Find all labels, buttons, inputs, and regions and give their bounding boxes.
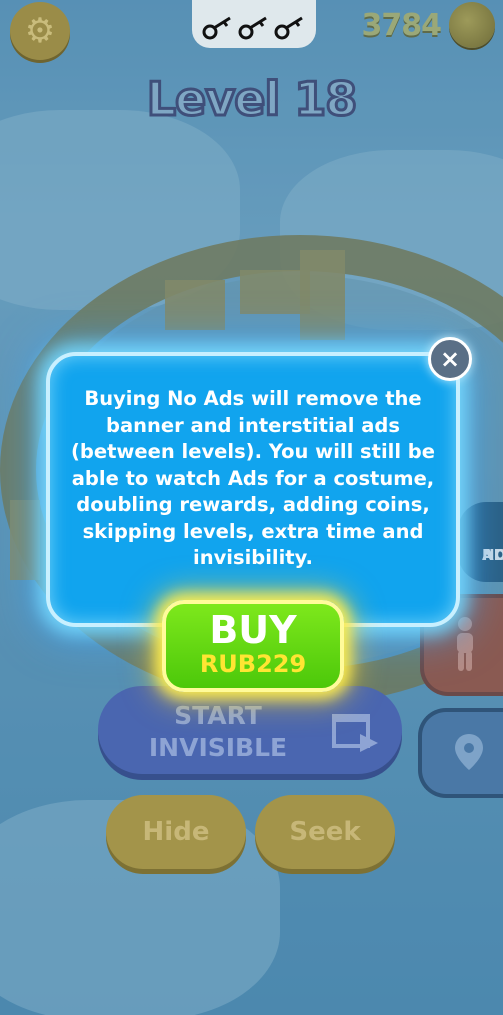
seek-button[interactable]: Seek <box>255 795 395 869</box>
location-button[interactable] <box>418 708 503 798</box>
person-icon <box>457 617 473 671</box>
video-ad-icon <box>332 714 378 752</box>
coin-count: 3784 <box>361 8 442 43</box>
location-pin-icon <box>455 734 483 770</box>
start-invisible-button[interactable]: START INVISIBLE <box>98 686 402 774</box>
hide-button[interactable]: Hide <box>106 795 246 869</box>
gear-icon: ⚙ <box>24 11 56 51</box>
start-invisible-label: START INVISIBLE <box>128 700 308 764</box>
coin-icon <box>449 2 495 48</box>
key-icon <box>238 16 267 40</box>
buy-label: BUY <box>209 608 297 652</box>
no-ads-info-dialog: Buying No Ads will remove the banner and… <box>46 352 460 627</box>
buy-no-ads-button[interactable]: BUY RUB229 <box>162 600 344 692</box>
dialog-message: Buying No Ads will remove the banner and… <box>70 387 435 569</box>
no-ads-side-button[interactable]: NOADS <box>458 502 503 582</box>
settings-button[interactable]: ⚙ <box>10 2 70 60</box>
close-icon: × <box>439 345 461 373</box>
start-line1: START <box>174 701 262 730</box>
keys-counter <box>192 0 316 48</box>
key-icon <box>202 16 231 40</box>
level-title: Level 18 <box>145 71 359 128</box>
key-icon <box>274 16 303 40</box>
start-line2: INVISIBLE <box>148 733 288 762</box>
no-ads-line2: ADS <box>482 546 503 564</box>
close-dialog-button[interactable]: × <box>428 337 472 381</box>
buy-price: RUB229 <box>199 650 307 678</box>
